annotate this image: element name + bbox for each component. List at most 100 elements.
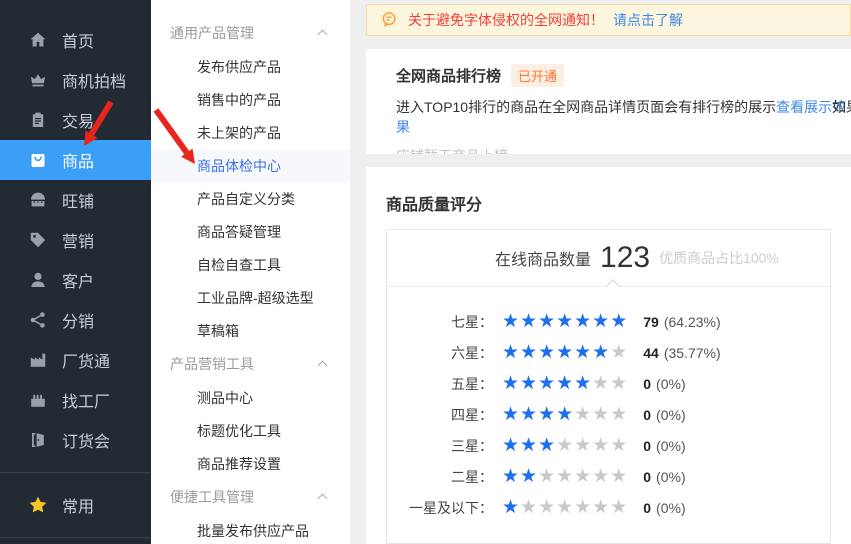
sidebar-item[interactable]: 首页 bbox=[0, 20, 151, 60]
sidebar-item[interactable]: 厂货通 bbox=[0, 340, 151, 380]
crown-icon bbox=[28, 70, 48, 90]
filled-stars: ★★★★★★ bbox=[502, 342, 610, 363]
submenu-entry-label: 产品自定义分类 bbox=[197, 189, 295, 209]
submenu-entry[interactable]: 未上架的产品 bbox=[151, 116, 350, 149]
star-rating-row: 四星： ★★★★★★★ 0 (0%) bbox=[387, 399, 830, 430]
ranking-status-badge: 已开通 bbox=[511, 64, 564, 87]
sidebar-item-label: 营销 bbox=[62, 228, 94, 252]
submenu-entry[interactable]: 发布供应产品 bbox=[151, 50, 350, 83]
submenu-entry[interactable]: 商品推荐设置 bbox=[151, 447, 350, 480]
star-rating-icons: ★★★★★★★ bbox=[502, 467, 628, 486]
empty-stars: ★★★★ bbox=[556, 435, 628, 456]
star-tier-label: 五星： bbox=[387, 374, 493, 394]
sidebar-item[interactable]: 客户 bbox=[0, 260, 151, 300]
clipboard-icon bbox=[28, 110, 48, 130]
sidebar-item-label: 常用 bbox=[62, 493, 94, 517]
submenu-entry[interactable]: 批量发布供应产品 bbox=[151, 514, 350, 544]
empty-stars: ★★★★★ bbox=[538, 466, 628, 487]
tier-product-count: 79 bbox=[643, 314, 659, 330]
filled-stars: ★★★★ bbox=[502, 404, 574, 425]
submenu-entry-label: 通用产品管理 bbox=[170, 23, 254, 43]
sidebar-item[interactable]: 找工厂 bbox=[0, 380, 151, 420]
sidebar-item[interactable]: 旺铺 bbox=[0, 180, 151, 220]
submenu-entry[interactable]: 自检自查工具 bbox=[151, 248, 350, 281]
tag-icon bbox=[28, 230, 48, 250]
filled-stars: ★★★★★★★ bbox=[502, 311, 628, 332]
star-rating-icons: ★★★★★★★ bbox=[502, 436, 628, 455]
filled-stars: ★★ bbox=[502, 466, 538, 487]
sidebar-item-label: 旺铺 bbox=[62, 188, 94, 212]
submenu-entry-label: 商品体检中心 bbox=[197, 156, 281, 176]
empty-stars: ★★★ bbox=[574, 404, 628, 425]
sidebar-item-label: 商机拍档 bbox=[62, 68, 126, 92]
announcement-bubble-icon bbox=[380, 11, 399, 30]
share-icon bbox=[28, 310, 48, 330]
star-tier-label: 七星： bbox=[387, 312, 493, 332]
tier-percentage: (0%) bbox=[656, 500, 686, 516]
ranking-title: 全网商品排行榜 bbox=[396, 65, 501, 86]
submenu-entry-label: 商品答疑管理 bbox=[197, 222, 281, 242]
user-icon bbox=[28, 270, 48, 290]
sidebar-item[interactable]: 交易 bbox=[0, 100, 151, 140]
sidebar-item[interactable] bbox=[0, 537, 151, 538]
submenu-entry-label: 草稿箱 bbox=[197, 321, 239, 341]
submenu-entry-label: 批量发布供应产品 bbox=[197, 521, 309, 541]
submenu-entry[interactable]: 产品营销工具 bbox=[151, 347, 350, 381]
online-products-label: 在线商品数量 bbox=[495, 246, 591, 270]
home-icon bbox=[28, 30, 48, 50]
submenu-entry[interactable]: 工业品牌-超级选型 bbox=[151, 281, 350, 314]
notice-text: 关于避免字体侵权的全网通知！ bbox=[408, 10, 604, 30]
online-products-count: 123 bbox=[600, 241, 650, 275]
ranking-clipped-text: 如果 bbox=[832, 97, 851, 117]
ranking-description-row: 进入TOP10排行的商品在全网商品详情页面会有排行榜的展示查看展示效果 如果 bbox=[396, 97, 851, 137]
star-rating-row: 七星： ★★★★★★★ 79 (64.23%) bbox=[387, 306, 830, 337]
sidebar-item[interactable] bbox=[0, 472, 151, 473]
sidebar-item[interactable]: 商机拍档 bbox=[0, 60, 151, 100]
submenu-entry[interactable]: 通用产品管理 bbox=[151, 16, 350, 50]
score-summary-header: 在线商品数量 123 优质商品占比100% bbox=[387, 230, 830, 287]
sidebar-item[interactable]: 分销 bbox=[0, 300, 151, 340]
sidebar-item[interactable]: 常用 bbox=[0, 485, 151, 525]
star-rating-row: 六星： ★★★★★★★ 44 (35.77%) bbox=[387, 337, 830, 368]
tier-product-count: 0 bbox=[643, 376, 651, 392]
submenu-entry[interactable]: 商品答疑管理 bbox=[151, 215, 350, 248]
quality-score-title: 商品质量评分 bbox=[386, 191, 831, 215]
submenu-entry-label: 标题优化工具 bbox=[197, 421, 281, 441]
sidebar-item[interactable]: 商品 bbox=[0, 140, 151, 180]
sidebar-item[interactable]: 订货会 bbox=[0, 420, 151, 460]
submenu-entry[interactable]: 产品自定义分类 bbox=[151, 182, 350, 215]
tier-percentage: (0%) bbox=[656, 376, 686, 392]
submenu-entry[interactable]: 便捷工具管理 bbox=[151, 480, 350, 514]
factory-icon bbox=[28, 350, 48, 370]
star-tier-label: 二星： bbox=[387, 467, 493, 487]
score-box: 在线商品数量 123 优质商品占比100% 七星： ★★★★★★★ 79 (64… bbox=[386, 229, 831, 544]
star-rating-icons: ★★★★★★★ bbox=[502, 343, 628, 362]
sidebar-item-label: 订货会 bbox=[62, 428, 110, 452]
filled-stars: ★★★★★ bbox=[502, 373, 592, 394]
tier-percentage: (0%) bbox=[656, 407, 686, 423]
tier-percentage: (35.77%) bbox=[664, 345, 721, 361]
submenu-entry-label: 商品推荐设置 bbox=[197, 454, 281, 474]
submenu-entry[interactable]: 销售中的产品 bbox=[151, 83, 350, 116]
tier-product-count: 44 bbox=[643, 345, 659, 361]
premium-ratio-label: 优质商品占比100% bbox=[659, 248, 779, 268]
empty-stars: ★★★★★★ bbox=[520, 497, 628, 518]
submenu-entry[interactable]: 草稿箱 bbox=[151, 314, 350, 347]
star-rating-row: 五星： ★★★★★★★ 0 (0%) bbox=[387, 368, 830, 399]
submenu-entry[interactable]: 测品中心 bbox=[151, 381, 350, 414]
submenu-entry[interactable]: 标题优化工具 bbox=[151, 414, 350, 447]
star-rating-icons: ★★★★★★★ bbox=[502, 498, 628, 517]
notice-learn-more-link[interactable]: 请点击了解 bbox=[613, 10, 683, 30]
star-tier-label: 三星： bbox=[387, 436, 493, 456]
chevron-up-icon bbox=[318, 361, 328, 371]
sidebar-item-label: 交易 bbox=[62, 108, 94, 132]
star-rating-icons: ★★★★★★★ bbox=[502, 405, 628, 424]
submenu-entry-label: 销售中的产品 bbox=[197, 90, 281, 110]
tier-product-count: 0 bbox=[643, 469, 651, 485]
sidebar-item[interactable]: 营销 bbox=[0, 220, 151, 260]
submenu-entry[interactable]: 商品体检中心 bbox=[151, 149, 350, 182]
filled-stars: ★★★ bbox=[502, 435, 556, 456]
chevron-up-icon bbox=[318, 30, 328, 40]
chevron-up-icon bbox=[318, 494, 328, 504]
tier-product-count: 0 bbox=[643, 500, 651, 516]
